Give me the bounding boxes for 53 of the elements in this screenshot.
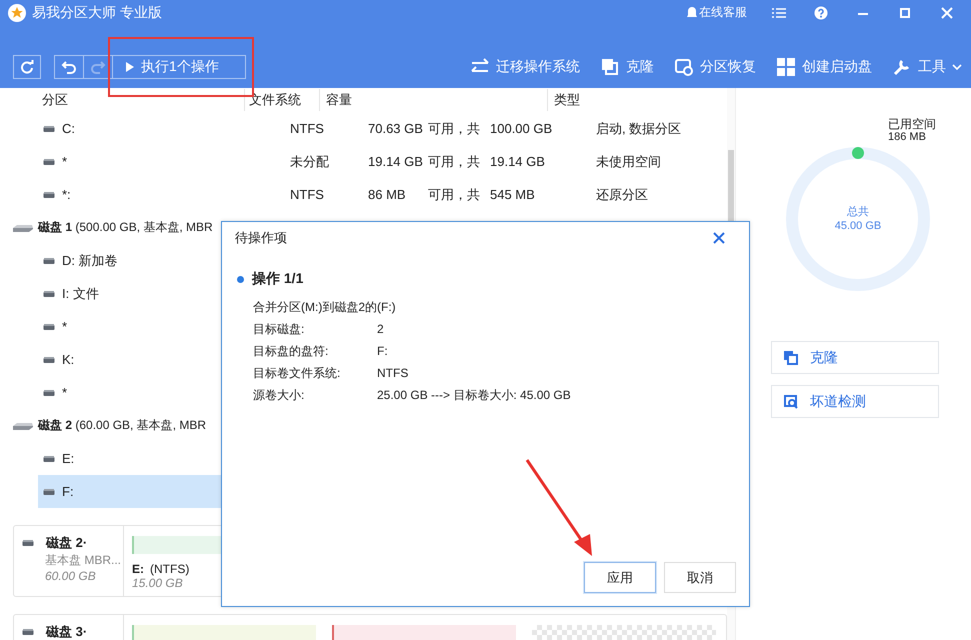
used-space-label: 已用空间 xyxy=(888,118,936,131)
partition-name: F: xyxy=(62,484,74,499)
detail-label: 源卷大小: xyxy=(253,387,306,404)
table-cell-text: 可用，共 xyxy=(428,186,481,204)
table-cell-text: 未分配 xyxy=(290,152,330,170)
disk-label: 磁盘 2 (60.00 GB, 基本盘, MBR xyxy=(38,417,206,434)
dialog-title: 待操作项 xyxy=(235,229,287,247)
detail-label: 目标盘的盘符: xyxy=(253,343,330,360)
file-system: (NTFS) xyxy=(150,562,190,576)
detail-value: 2 xyxy=(377,321,384,338)
table-cell-text: 19.14 GB xyxy=(368,154,424,169)
table-cell-text: NTFS xyxy=(290,187,325,202)
operation-summary: 合并分区(M:)到磁盘2的(F:) xyxy=(253,299,397,316)
table-cell-text: 未使用空间 xyxy=(596,152,662,170)
partition-name: K: xyxy=(62,352,74,367)
column-header: 分区 xyxy=(0,89,245,111)
table-cell-text: NTFS xyxy=(290,121,325,136)
partition-name: * xyxy=(62,385,68,400)
column-header: 容量 xyxy=(320,89,548,111)
partition-name: E: xyxy=(62,451,74,466)
partition-name: D: 新加卷 xyxy=(62,252,118,270)
total-value: 45.00 GB xyxy=(834,219,882,233)
window-title: 易我分区大师 专业版 xyxy=(32,4,162,22)
disk-size: 60.00 GB xyxy=(44,569,97,583)
partition-name: I: 文件 xyxy=(62,284,99,302)
disk-title: 磁盘 2· xyxy=(46,534,88,552)
disk-title: 磁盘 3· xyxy=(46,623,88,640)
table-cell-text: 545 MB xyxy=(490,187,536,202)
partition-size: 15.00 GB xyxy=(132,576,184,590)
detail-label: 目标磁盘: xyxy=(253,321,306,338)
column-header: 类型 xyxy=(553,91,581,109)
detail-value: 25.00 GB ---> 目标卷大小: 45.00 GB xyxy=(377,387,571,404)
table-cell-text: 启动, 数据分区 xyxy=(596,120,682,138)
detail-label: 目标卷文件系统: xyxy=(253,365,342,382)
detail-value: F: xyxy=(377,343,388,360)
operation-title: 操作 1/1 xyxy=(252,270,304,288)
detail-value: NTFS xyxy=(377,365,408,382)
partition-letter: E: xyxy=(132,562,144,576)
disk-style: 基本盘 MBR... xyxy=(44,552,122,569)
total-label: 总共 xyxy=(846,205,870,219)
partition-name: C: xyxy=(62,121,75,136)
table-cell-text: 可用，共 xyxy=(428,152,481,170)
partition-name: * xyxy=(62,154,68,169)
disk-label: 磁盘 1 (500.00 GB, 基本盘, MBR xyxy=(38,219,213,236)
table-cell-text: 86 MB xyxy=(368,187,407,202)
table-cell-text: 可用，共 xyxy=(428,120,481,138)
table-cell-text: 还原分区 xyxy=(596,186,649,204)
used-space-value: 186 MB xyxy=(888,131,927,144)
table-cell-text: 70.63 GB xyxy=(368,121,424,136)
partition-name: *: xyxy=(62,187,71,202)
table-cell-text: 100.00 GB xyxy=(490,121,554,136)
partition-name: * xyxy=(62,319,68,334)
table-cell-text: 19.14 GB xyxy=(490,154,546,169)
